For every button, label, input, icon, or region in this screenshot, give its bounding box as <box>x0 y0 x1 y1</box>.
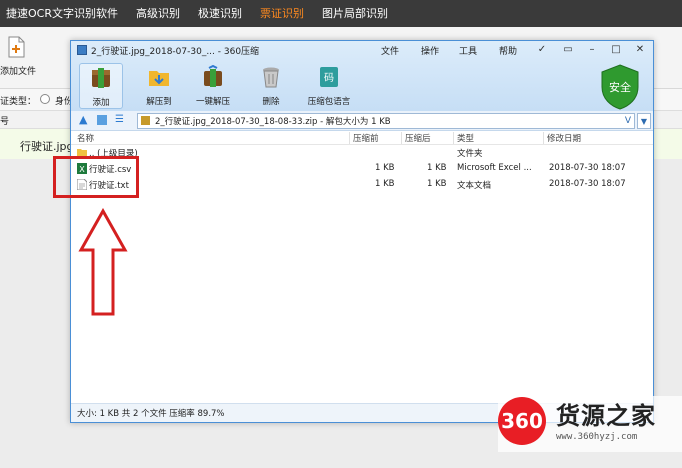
file-date: 2018-07-30 18:07 <box>549 179 626 189</box>
column-modified-date[interactable]: 修改日期 <box>547 132 581 144</box>
minimize-button[interactable]: – <box>585 44 599 55</box>
zip-file-icon <box>141 116 150 125</box>
address-path: 2_行驶证.jpg_2018-07-30_18-08-33.zip - 解包大小… <box>155 117 391 127</box>
extract-to-label: 解压到 <box>146 97 172 107</box>
app-title: 捷速OCR文字识别软件 <box>6 7 118 20</box>
shield-label: 安全 <box>609 80 631 94</box>
add-archive-icon <box>92 68 110 88</box>
archive-language-label: 压缩包语言 <box>307 97 351 107</box>
file-type: Microsoft Excel ... <box>457 163 532 173</box>
file-type: 文件夹 <box>457 149 483 159</box>
add-button[interactable]: 添加 <box>79 63 123 109</box>
file-size-before: 1 KB <box>375 179 395 189</box>
up-arrow-icon[interactable]: ▲ <box>79 113 87 126</box>
svg-text:码: 码 <box>324 72 334 84</box>
archive-language-button[interactable]: 码 压缩包语言 <box>303 63 355 109</box>
archive-window: 2_行驶证.jpg_2018-07-30_... - 360压缩 文件 操作 工… <box>70 40 654 423</box>
close-button[interactable]: ✕ <box>633 44 647 55</box>
highlight-box <box>53 156 139 198</box>
extract-to-button[interactable]: 解压到 <box>137 63 181 109</box>
nav-partial-image-recognition[interactable]: 图片局部识别 <box>313 0 397 27</box>
column-divider <box>349 132 350 144</box>
one-click-extract-button[interactable]: 一键解压 <box>191 63 235 109</box>
file-type: 文本文档 <box>457 181 492 191</box>
bg-list-header-label: 号 <box>0 117 10 127</box>
up-arrow-annotation-icon <box>78 208 128 316</box>
menu-file[interactable]: 文件 <box>381 44 399 57</box>
column-type[interactable]: 类型 <box>457 132 474 144</box>
menu-operation[interactable]: 操作 <box>421 44 439 57</box>
address-dropdown-icon[interactable]: V <box>621 113 635 129</box>
skin-icon[interactable]: ✓ <box>535 44 549 55</box>
window-title: 2_行驶证.jpg_2018-07-30_... - 360压缩 <box>91 47 260 57</box>
archive-app-icon <box>77 45 87 55</box>
one-click-extract-label: 一键解压 <box>195 97 230 107</box>
security-shield-icon[interactable]: 安全 <box>599 63 641 111</box>
address-menu-icon[interactable]: ▼ <box>637 113 651 129</box>
file-row-txt[interactable]: 行驶证.txt 1 KB 1 KB 文本文档 2018-07-30 18:07 <box>71 177 653 192</box>
certificate-type-label: 证类型： <box>0 97 37 107</box>
menu-tools[interactable]: 工具 <box>459 44 477 57</box>
id-card-radio[interactable] <box>40 94 50 104</box>
watermark-url: www.360hyzj.com <box>556 432 638 442</box>
column-size-after[interactable]: 压缩后 <box>405 132 431 144</box>
add-file-button[interactable]: 添加文件 <box>0 64 40 77</box>
file-size-before: 1 KB <box>375 163 395 173</box>
file-row-parent[interactable]: .. (上级目录) 文件夹 <box>71 145 653 160</box>
menu-help[interactable]: 帮助 <box>499 44 517 57</box>
nav-advanced-recognition[interactable]: 高级识别 <box>127 0 189 27</box>
app-top-bar: 捷速OCR文字识别软件 高级识别 极速识别 票证识别 图片局部识别 <box>0 0 682 27</box>
file-size-after: 1 KB <box>427 163 447 173</box>
list-view-icon[interactable]: ☰ <box>115 114 124 125</box>
maximize-button[interactable]: □ <box>609 44 623 55</box>
file-date: 2018-07-30 18:07 <box>549 163 626 173</box>
delete-label: 删除 <box>262 97 280 107</box>
column-divider <box>401 132 402 144</box>
watermark-site-name: 货源之家 <box>556 402 656 430</box>
nav-certificate-recognition[interactable]: 票证识别 <box>251 0 313 27</box>
status-text: 大小: 1 KB 共 2 个文件 压缩率 89.7% <box>77 409 225 419</box>
code-language-icon: 码 <box>320 67 338 87</box>
column-divider <box>543 132 544 144</box>
column-name[interactable]: 名称 <box>77 132 94 144</box>
column-divider <box>453 132 454 144</box>
bg-file-name: 行驶证.jpg <box>20 140 74 153</box>
watermark-logo: 360 <box>498 397 546 445</box>
add-label: 添加 <box>92 98 110 108</box>
trash-icon <box>263 67 279 88</box>
feedback-icon[interactable]: ▭ <box>561 44 575 55</box>
one-click-extract-icon <box>204 64 222 87</box>
delete-button[interactable]: 删除 <box>249 63 293 109</box>
add-file-icon[interactable] <box>6 36 26 58</box>
column-size-before[interactable]: 压缩前 <box>353 132 379 144</box>
view-mode-icon[interactable] <box>97 115 107 125</box>
file-size-after: 1 KB <box>427 179 447 189</box>
nav-fast-recognition[interactable]: 极速识别 <box>189 0 251 27</box>
extract-folder-icon <box>149 71 169 86</box>
file-row-csv[interactable]: X 行驶证.csv 1 KB 1 KB Microsoft Excel ... … <box>71 161 653 176</box>
